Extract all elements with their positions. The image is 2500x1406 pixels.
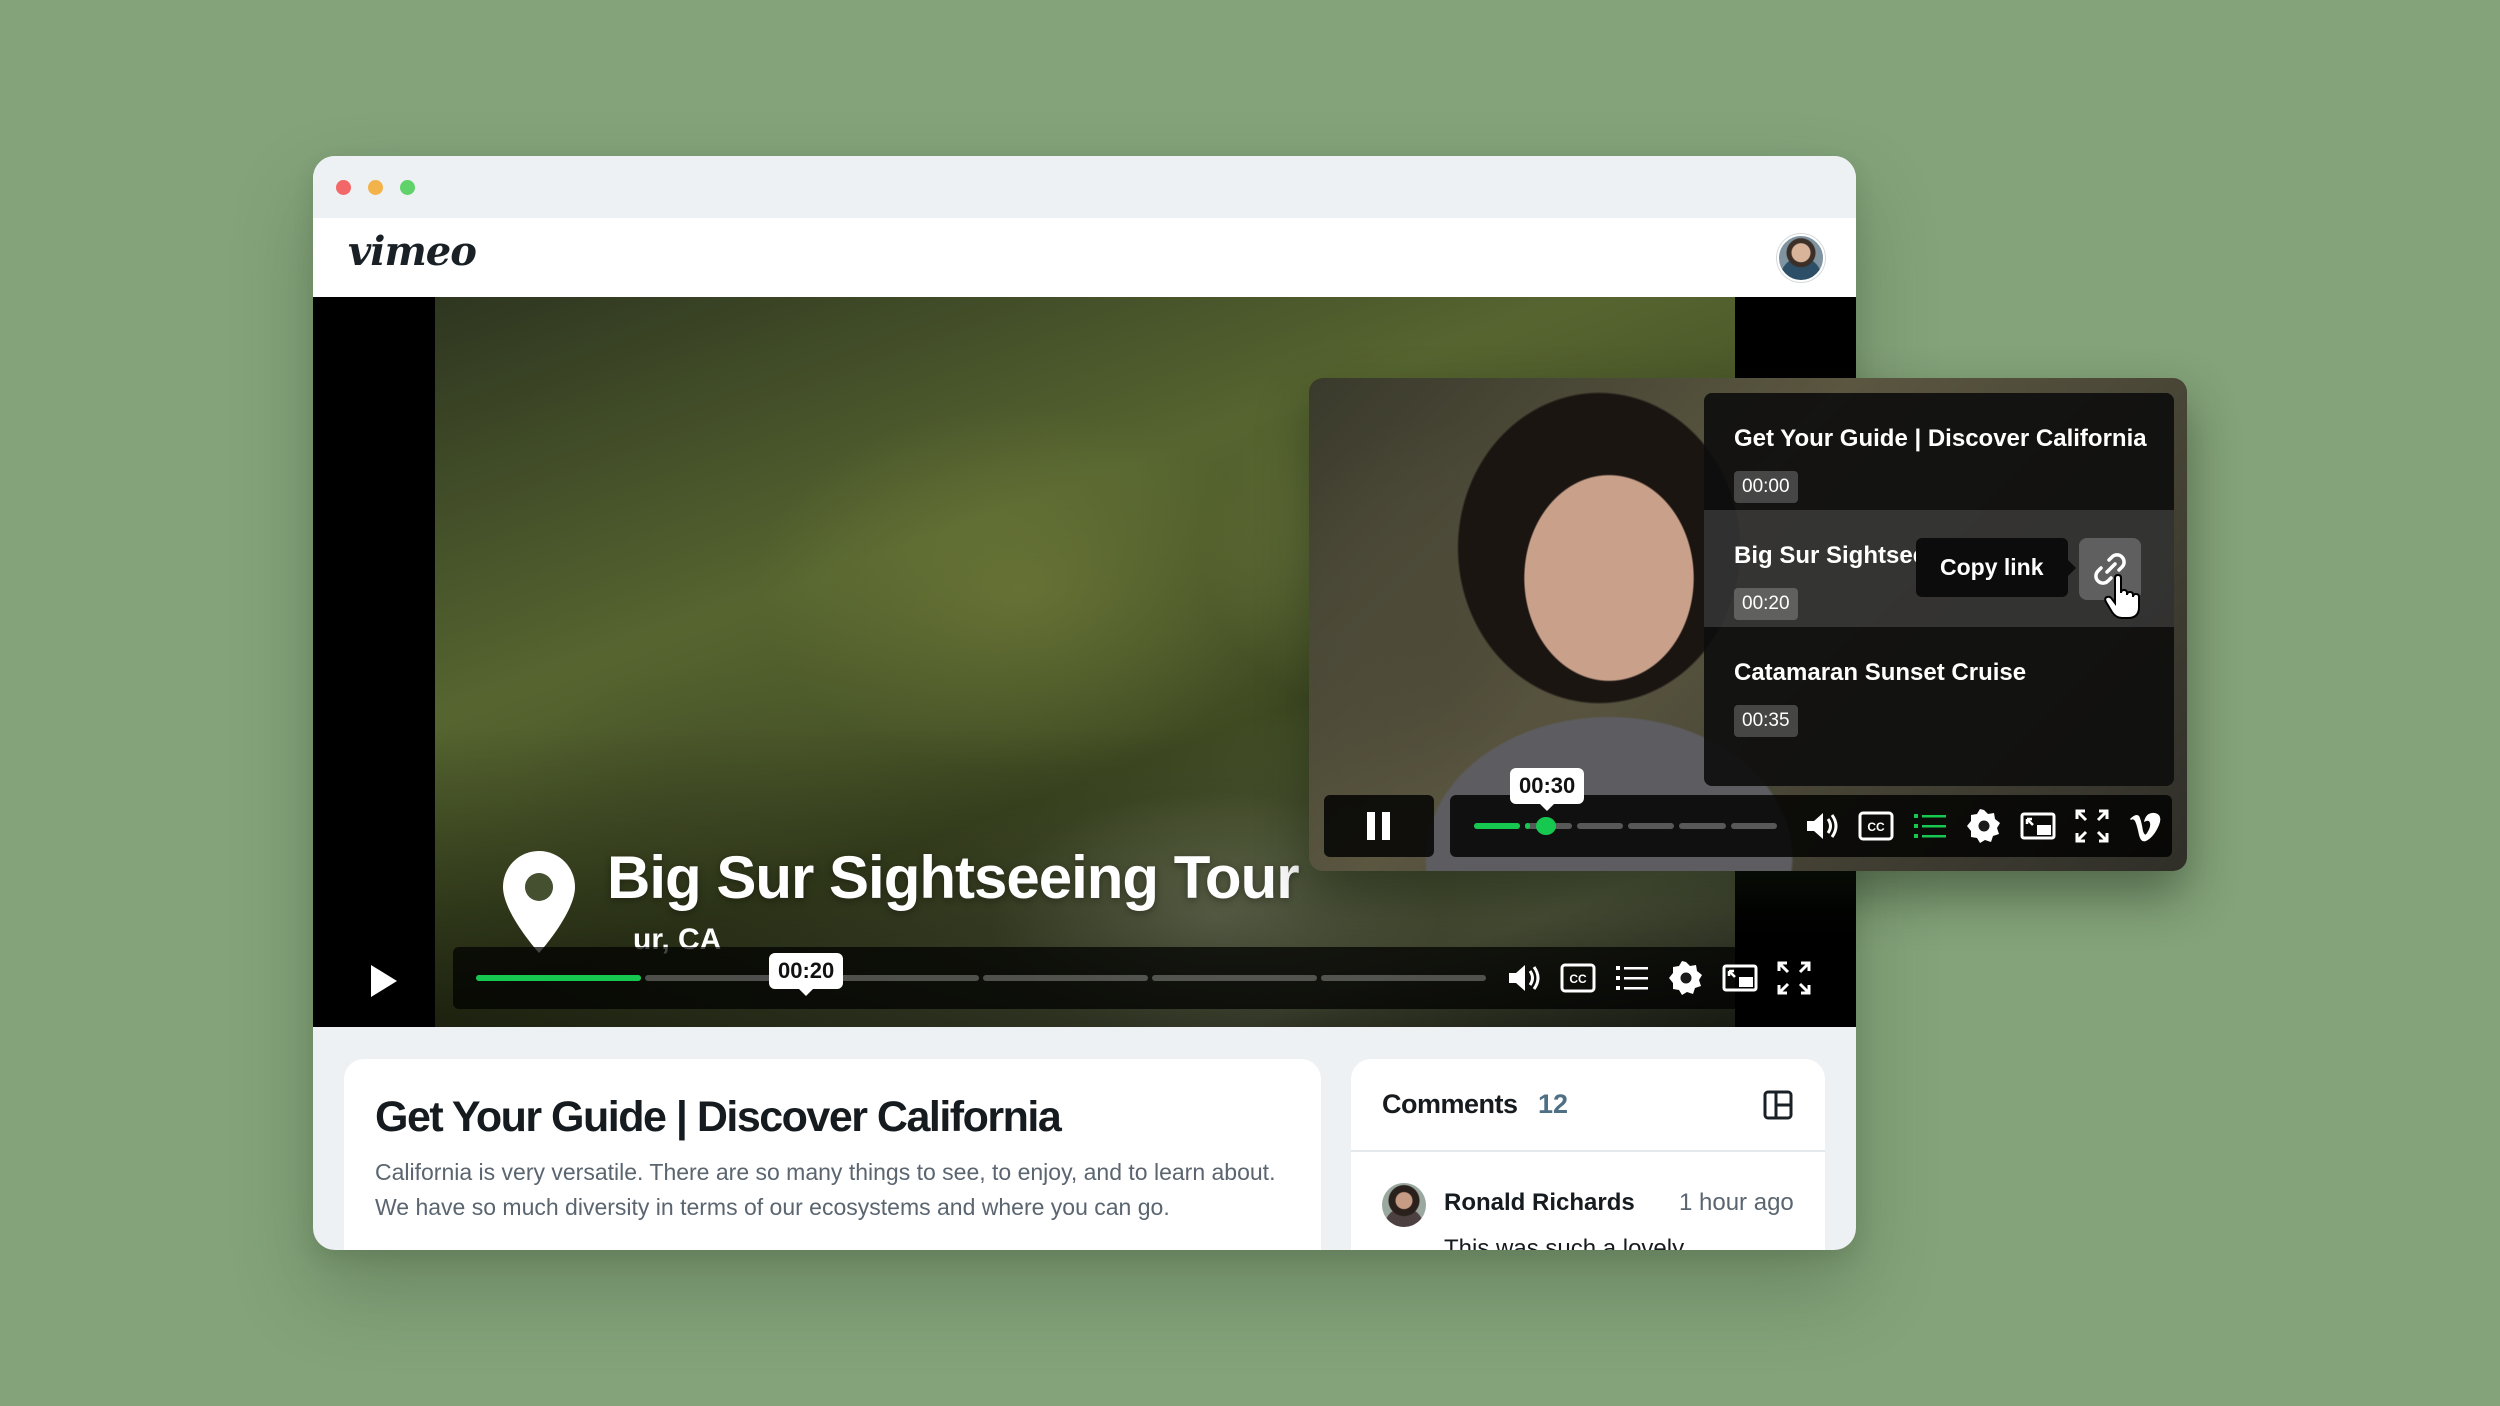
progress-segment[interactable] xyxy=(476,975,641,981)
mini-progress-bar[interactable] xyxy=(1474,817,1777,835)
video-info-card: Get Your Guide | Discover California Cal… xyxy=(344,1059,1321,1250)
commenter-avatar[interactable] xyxy=(1382,1183,1426,1227)
minimize-window-button[interactable] xyxy=(368,180,383,195)
current-time-tooltip: 00:20 xyxy=(769,953,844,996)
comments-label: Comments xyxy=(1382,1089,1518,1119)
maximize-window-button[interactable] xyxy=(400,180,415,195)
close-window-button[interactable] xyxy=(336,180,351,195)
video-title: Get Your Guide | Discover California xyxy=(375,1093,1062,1141)
pip-icon[interactable] xyxy=(1721,959,1759,997)
copy-link-tooltip: Copy link xyxy=(1916,538,2076,597)
mini-player-controls: CC xyxy=(1324,795,2172,857)
volume-icon[interactable] xyxy=(1803,807,1841,845)
hand-pointer-cursor-icon xyxy=(2104,574,2140,619)
mini-progress-handle[interactable] xyxy=(1536,817,1556,835)
play-icon[interactable] xyxy=(363,961,403,1001)
chapters-menu: Get Your Guide | Discover California 00:… xyxy=(1704,393,2174,786)
chapter-title: Get Your Guide | Discover California xyxy=(1734,425,2147,452)
pip-icon[interactable] xyxy=(2019,807,2057,845)
mini-progress-segment[interactable] xyxy=(1474,823,1521,829)
main-player-controls: 00:20 CC xyxy=(313,947,1856,1027)
progress-segment[interactable] xyxy=(983,975,1148,981)
volume-icon[interactable] xyxy=(1505,959,1543,997)
window-titlebar xyxy=(313,156,1856,218)
chapter-item[interactable]: Catamaran Sunset Cruise 00:35 xyxy=(1704,627,2174,744)
fullscreen-icon[interactable] xyxy=(2073,807,2111,845)
comment-timestamp: 1 hour ago xyxy=(1679,1189,1794,1216)
layout-toggle-icon[interactable] xyxy=(1762,1089,1794,1121)
video-description: California is very versatile. There are … xyxy=(375,1159,1276,1220)
settings-icon[interactable] xyxy=(1965,807,2003,845)
vimeo-logo[interactable]: vimeo xyxy=(348,228,477,275)
location-pin-icon xyxy=(503,851,575,953)
svg-text:CC: CC xyxy=(1867,820,1885,834)
chapter-title: Catamaran Sunset Cruise xyxy=(1734,659,2027,686)
progress-fill xyxy=(476,975,641,981)
chapter-timestamp: 00:00 xyxy=(1734,471,1798,503)
mini-progress-segment[interactable] xyxy=(1730,823,1777,829)
mini-progress-fill xyxy=(1474,823,1521,829)
mini-progress-fill xyxy=(1525,823,1531,829)
main-progress-bar[interactable]: 00:20 xyxy=(476,953,1486,996)
chapter-timestamp: 00:20 xyxy=(1734,588,1798,620)
user-avatar[interactable] xyxy=(1777,234,1825,282)
comment-text: This was such a lovely xyxy=(1444,1235,1685,1250)
chapter-timestamp: 00:35 xyxy=(1734,705,1798,737)
vimeo-icon[interactable] xyxy=(2127,807,2165,845)
comments-header: Comments 12 xyxy=(1351,1059,1825,1152)
chapters-icon[interactable] xyxy=(1911,807,1949,845)
mini-progress-segment[interactable] xyxy=(1628,823,1675,829)
mini-progress-segment[interactable] xyxy=(1576,823,1623,829)
svg-text:CC: CC xyxy=(1569,972,1587,986)
fullscreen-icon[interactable] xyxy=(1775,959,1813,997)
pause-icon xyxy=(1367,812,1390,840)
chapter-item[interactable]: Get Your Guide | Discover California 00:… xyxy=(1704,393,2174,510)
mini-player[interactable]: Get Your Guide | Discover California 00:… xyxy=(1309,378,2187,871)
progress-segment[interactable] xyxy=(1152,975,1317,981)
video-title-overlay: Big Sur Sightseeing Tour xyxy=(607,844,1300,911)
pause-button[interactable] xyxy=(1324,795,1434,857)
settings-icon[interactable] xyxy=(1667,959,1705,997)
app-header: vimeo xyxy=(313,218,1856,297)
cc-icon[interactable]: CC xyxy=(1559,959,1597,997)
progress-segment[interactable] xyxy=(1321,975,1486,981)
comment-author[interactable]: Ronald Richards xyxy=(1444,1189,1635,1217)
chapter-item-active[interactable]: Big Sur Sightseeing Tour 00:20 Copy link xyxy=(1704,510,2174,627)
comments-panel: Comments 12 Ronald Richards 1 hour ago T… xyxy=(1351,1059,1825,1250)
chapters-icon[interactable] xyxy=(1613,959,1651,997)
mini-current-time-tooltip: 00:30 xyxy=(1510,768,1585,811)
cc-icon[interactable]: CC xyxy=(1857,807,1895,845)
comments-count-badge: 12 xyxy=(1538,1089,1569,1119)
mini-progress-segment[interactable] xyxy=(1679,823,1726,829)
